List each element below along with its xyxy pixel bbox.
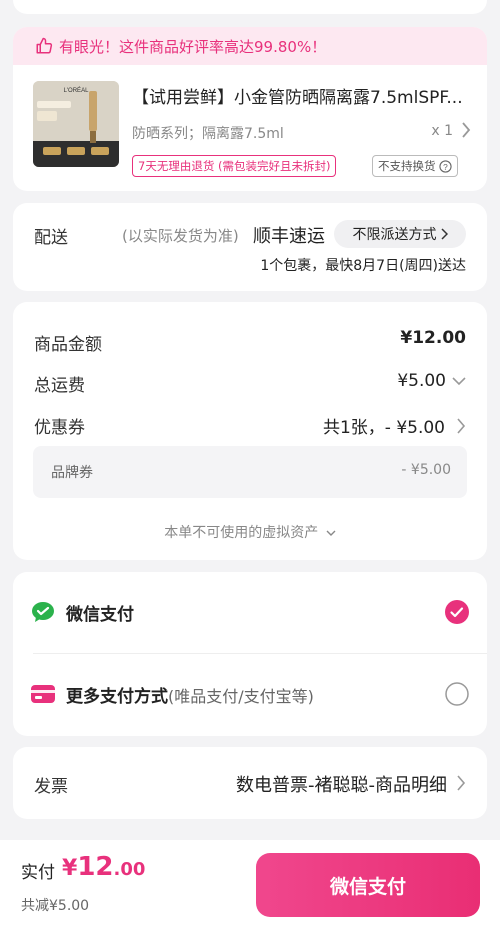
product-image-logo: L'ORÉAL — [64, 87, 89, 94]
paid-currency: ¥ — [62, 856, 78, 881]
return-policy-tag: 7天无理由退货 (需包装完好且未拆封) — [132, 155, 337, 177]
checked-radio-icon[interactable] — [445, 600, 469, 624]
product-item[interactable]: L'ORÉAL 【试用尝鲜】小金管防晒隔离露7.5mlSPF... 防晒系列；隔… — [33, 81, 471, 181]
more-payment-title: 更多支付方式 — [66, 687, 168, 707]
wechat-pay-icon — [32, 602, 54, 622]
delivery-card: 配送 (以实际发货为准) 顺丰速运 不限派送方式 1个包裹，最快8月7日(周四)… — [13, 203, 487, 291]
product-card: 有眼光！这件商品好评率高达99.80%！ L'ORÉAL 【试用尝鲜】小金管防晒… — [13, 27, 487, 191]
product-title[interactable]: 【试用尝鲜】小金管防晒隔离露7.5mlSPF... — [132, 83, 471, 108]
praise-bar: 有眼光！这件商品好评率高达99.80%！ — [13, 27, 487, 65]
chevron-down-icon — [452, 376, 466, 385]
unchecked-radio-icon[interactable] — [445, 682, 469, 706]
pay-button[interactable]: 微信支付 — [256, 853, 480, 917]
thumbs-up-icon — [36, 37, 53, 54]
exchange-policy-label: 不支持换货 — [378, 159, 436, 173]
invoice-card[interactable]: 发票 数电普票-褚聪聪-商品明细 — [13, 747, 487, 819]
delivery-method-label: 不限派送方式 — [352, 227, 437, 243]
virtual-assets-label: 本单不可使用的虚拟资产 — [164, 525, 319, 541]
brand-coupon-row: 品牌券 - ¥5.00 — [33, 446, 467, 498]
price-card: 商品金额 ¥12.00 总运费 ¥5.00 优惠券 共1张，- ¥5.00 品牌… — [13, 302, 487, 560]
saved-amount: 共减¥5.00 — [21, 898, 90, 914]
checkout-bar: 实付 ¥12.00 共减¥5.00 微信支付 — [0, 840, 500, 931]
coupon-value: 共1张，- ¥5.00 — [322, 418, 445, 438]
delivery-carrier: 顺丰速运 — [253, 226, 325, 247]
chevron-right-icon[interactable] — [461, 121, 471, 139]
chevron-right-icon — [440, 228, 448, 240]
svg-text:?: ? — [443, 161, 448, 171]
product-quantity: x 1 — [431, 123, 453, 139]
virtual-assets-toggle[interactable]: 本单不可使用的虚拟资产 — [13, 522, 487, 542]
payment-option-more[interactable]: 更多支付方式(唯品支付/支付宝等) — [13, 654, 487, 734]
paid-amount-dec: .00 — [113, 859, 146, 880]
goods-amount-value: ¥12.00 — [400, 328, 466, 348]
question-icon[interactable]: ? — [438, 159, 452, 173]
invoice-label: 发票 — [34, 777, 68, 797]
shipping-label: 总运费 — [34, 376, 85, 396]
invoice-value: 数电普票-褚聪聪-商品明细 — [236, 775, 447, 796]
chevron-right-icon — [457, 775, 466, 791]
goods-amount-label: 商品金额 — [34, 335, 102, 355]
praise-text: 有眼光！这件商品好评率高达99.80%！ — [59, 37, 327, 56]
chevron-right-icon — [457, 417, 466, 434]
more-payment-sub: (唯品支付/支付宝等) — [168, 687, 314, 706]
brand-coupon-value: - ¥5.00 — [401, 462, 451, 478]
more-payment-label: 更多支付方式(唯品支付/支付宝等) — [66, 682, 314, 707]
paid-amount: ¥12.00 — [62, 852, 145, 882]
brand-coupon-label: 品牌券 — [51, 465, 93, 481]
payment-option-wechat[interactable]: 微信支付 — [13, 572, 487, 652]
exchange-policy-tag[interactable]: 不支持换货 ? — [372, 155, 458, 177]
payment-card: 微信支付 更多支付方式(唯品支付/支付宝等) — [13, 572, 487, 736]
delivery-date: 1个包裹，最快8月7日(周四)送达 — [260, 258, 466, 274]
product-spec: 防晒系列；隔离露7.5ml — [132, 126, 284, 142]
previous-card — [13, 0, 487, 14]
delivery-note: (以实际发货为准) — [122, 227, 239, 245]
coupon-label: 优惠券 — [34, 418, 85, 438]
shipping-value: ¥5.00 — [397, 371, 446, 391]
chevron-down-icon — [326, 530, 336, 536]
coupon-row[interactable]: 共1张，- ¥5.00 — [323, 413, 466, 438]
delivery-method-selector[interactable]: 不限派送方式 — [334, 220, 466, 248]
product-image[interactable]: L'ORÉAL — [33, 81, 119, 167]
paid-label: 实付 — [21, 863, 55, 883]
wechat-pay-label: 微信支付 — [66, 605, 134, 625]
paid-amount-int: 12 — [77, 852, 114, 882]
delivery-label: 配送 — [34, 228, 68, 248]
card-icon — [31, 685, 55, 703]
shipping-row[interactable]: ¥5.00 — [397, 371, 466, 391]
